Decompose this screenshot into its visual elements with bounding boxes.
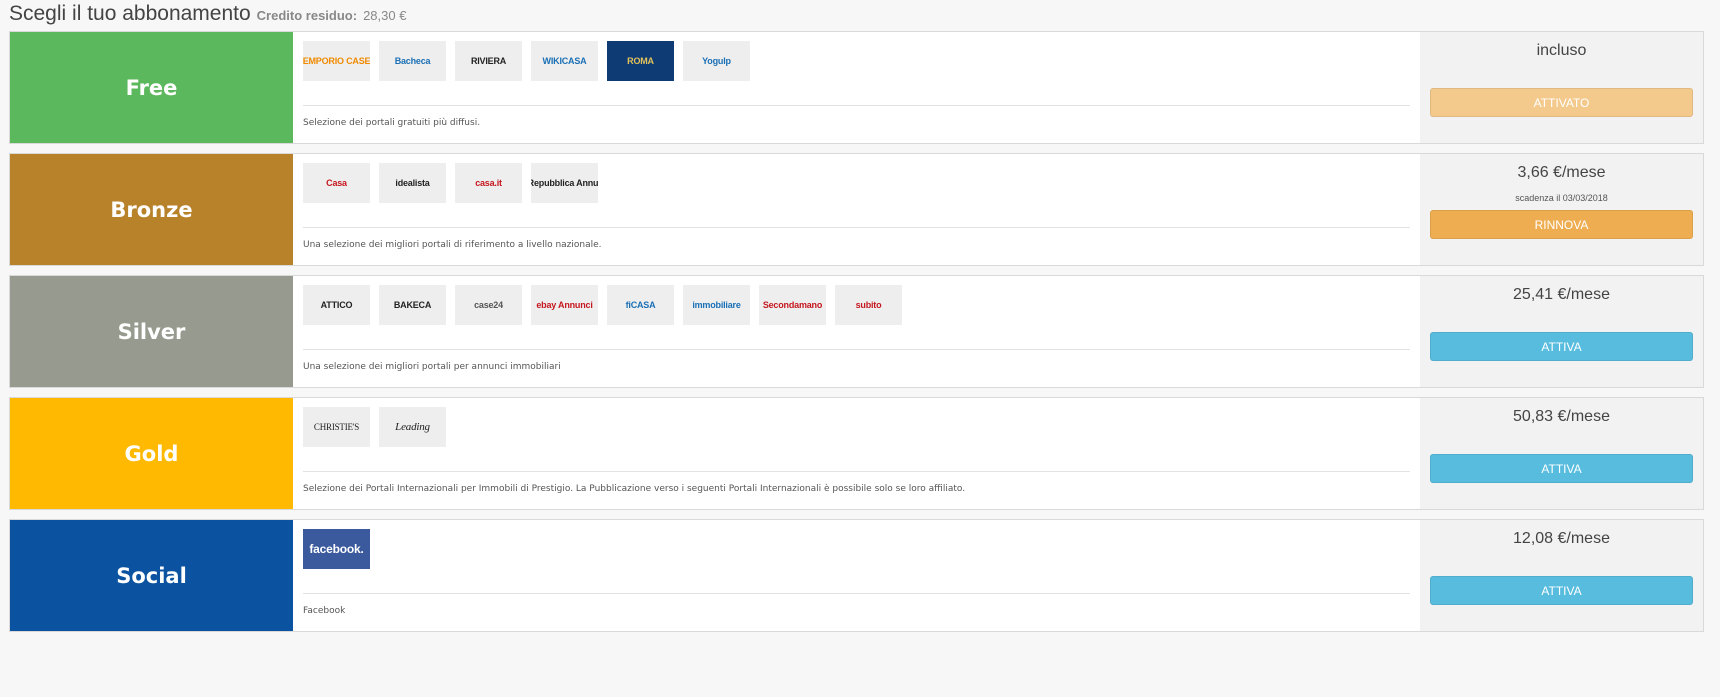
portal-logo-riviera: RIVIERA <box>455 41 522 81</box>
portal-logo-ficasa: fiCASA <box>607 285 674 325</box>
page-header: Scegli il tuo abbonamento Credito residu… <box>9 2 406 28</box>
plan-bronze-expiry: scadenza il 03/03/2018 <box>1515 193 1608 203</box>
plan-bronze-description: Una selezione dei migliori portali di ri… <box>303 240 602 250</box>
plan-bronze-logos: Casa idealista casa.it la Repubblica Ann… <box>303 163 1410 203</box>
plan-social: Social facebook. Facebook 12,08 €/mese A… <box>9 519 1704 632</box>
portal-logo-repubblica-annunci: la Repubblica Annunci <box>531 163 598 203</box>
divider <box>303 105 1410 106</box>
divider <box>303 227 1410 228</box>
page-title: Scegli il tuo abbonamento <box>9 2 251 25</box>
plan-social-price-box: 12,08 €/mese ATTIVA <box>1420 520 1703 631</box>
plan-gold-logos: CHRISTIE'S Leading <box>303 407 1410 447</box>
plan-gold-price: 50,83 €/mese <box>1513 408 1610 425</box>
portal-logo-facebook: facebook. <box>303 529 370 569</box>
portal-logo-wikicasa: WIKICASA <box>531 41 598 81</box>
plan-silver-price: 25,41 €/mese <box>1513 286 1610 303</box>
plan-silver-name: Silver <box>10 276 293 387</box>
credit-label: Credito residuo: <box>256 8 358 23</box>
plan-social-description: Facebook <box>303 606 346 616</box>
plan-bronze-price: 3,66 €/mese <box>1517 164 1606 181</box>
portal-logo-roma: ROMA <box>607 41 674 81</box>
credit-value: 28,30 € <box>363 8 407 23</box>
plan-gold-name: Gold <box>10 398 293 509</box>
portal-logo-casa-it: casa.it <box>455 163 522 203</box>
portal-logo-bakeca: BAKECA <box>379 285 446 325</box>
plan-bronze-name: Bronze <box>10 154 293 265</box>
plan-bronze-renew-button[interactable]: RINNOVA <box>1430 210 1693 239</box>
portal-logo-ebay-annunci: ebay Annunci <box>531 285 598 325</box>
plan-gold: Gold CHRISTIE'S Leading Selezione dei Po… <box>9 397 1704 510</box>
portal-logo-leading: Leading <box>379 407 446 447</box>
subscription-page: Scegli il tuo abbonamento Credito residu… <box>0 0 1720 697</box>
divider <box>303 593 1410 594</box>
portal-logo-casa: Casa <box>303 163 370 203</box>
plan-silver-content: ATTICO BAKECA case24 ebay Annunci fiCASA… <box>293 276 1420 387</box>
plan-silver-description: Una selezione dei migliori portali per a… <box>303 362 561 372</box>
portal-logo-christies: CHRISTIE'S <box>303 407 370 447</box>
portal-logo-case24: case24 <box>455 285 522 325</box>
portal-logo-yogulp: Yogulp <box>683 41 750 81</box>
plan-silver-logos: ATTICO BAKECA case24 ebay Annunci fiCASA… <box>303 285 1410 325</box>
divider <box>303 349 1410 350</box>
plan-bronze: Bronze Casa idealista casa.it la Repubbl… <box>9 153 1704 266</box>
plan-free-logos: EMPORIO CASE Bacheca RIVIERA WIKICASA RO… <box>303 41 1410 81</box>
plan-bronze-price-box: 3,66 €/mese scadenza il 03/03/2018 RINNO… <box>1420 154 1703 265</box>
plan-free-name: Free <box>10 32 293 143</box>
plan-free: Free EMPORIO CASE Bacheca RIVIERA WIKICA… <box>9 31 1704 144</box>
plan-free-content: EMPORIO CASE Bacheca RIVIERA WIKICASA RO… <box>293 32 1420 143</box>
portal-logo-idealista: idealista <box>379 163 446 203</box>
plan-free-price-box: incluso ATTIVATO <box>1420 32 1703 143</box>
plan-silver-price-box: 25,41 €/mese ATTIVA <box>1420 276 1703 387</box>
portal-logo-bacheca: Bacheca <box>379 41 446 81</box>
plan-free-description: Selezione dei portali gratuiti più diffu… <box>303 118 481 128</box>
portal-logo-immobiliare: immobiliare <box>683 285 750 325</box>
portal-logo-attico: ATTICO <box>303 285 370 325</box>
plan-social-activate-button[interactable]: ATTIVA <box>1430 576 1693 605</box>
plan-free-price: incluso <box>1536 42 1587 59</box>
plan-bronze-content: Casa idealista casa.it la Repubblica Ann… <box>293 154 1420 265</box>
divider <box>303 471 1410 472</box>
plan-gold-activate-button[interactable]: ATTIVA <box>1430 454 1693 483</box>
plan-silver: Silver ATTICO BAKECA case24 ebay Annunci… <box>9 275 1704 388</box>
portal-logo-secondamano: Secondamano <box>759 285 826 325</box>
plan-social-name: Social <box>10 520 293 631</box>
plan-free-activated-button[interactable]: ATTIVATO <box>1430 88 1693 117</box>
plan-silver-activate-button[interactable]: ATTIVA <box>1430 332 1693 361</box>
plan-social-price: 12,08 €/mese <box>1513 530 1610 547</box>
plan-gold-content: CHRISTIE'S Leading Selezione dei Portali… <box>293 398 1420 509</box>
portal-logo-emporio-case: EMPORIO CASE <box>303 41 370 81</box>
plan-gold-price-box: 50,83 €/mese ATTIVA <box>1420 398 1703 509</box>
plan-social-content: facebook. Facebook <box>293 520 1420 631</box>
portal-logo-subito: subito <box>835 285 902 325</box>
plan-social-logos: facebook. <box>303 529 1410 569</box>
plan-gold-description: Selezione dei Portali Internazionali per… <box>303 484 966 494</box>
